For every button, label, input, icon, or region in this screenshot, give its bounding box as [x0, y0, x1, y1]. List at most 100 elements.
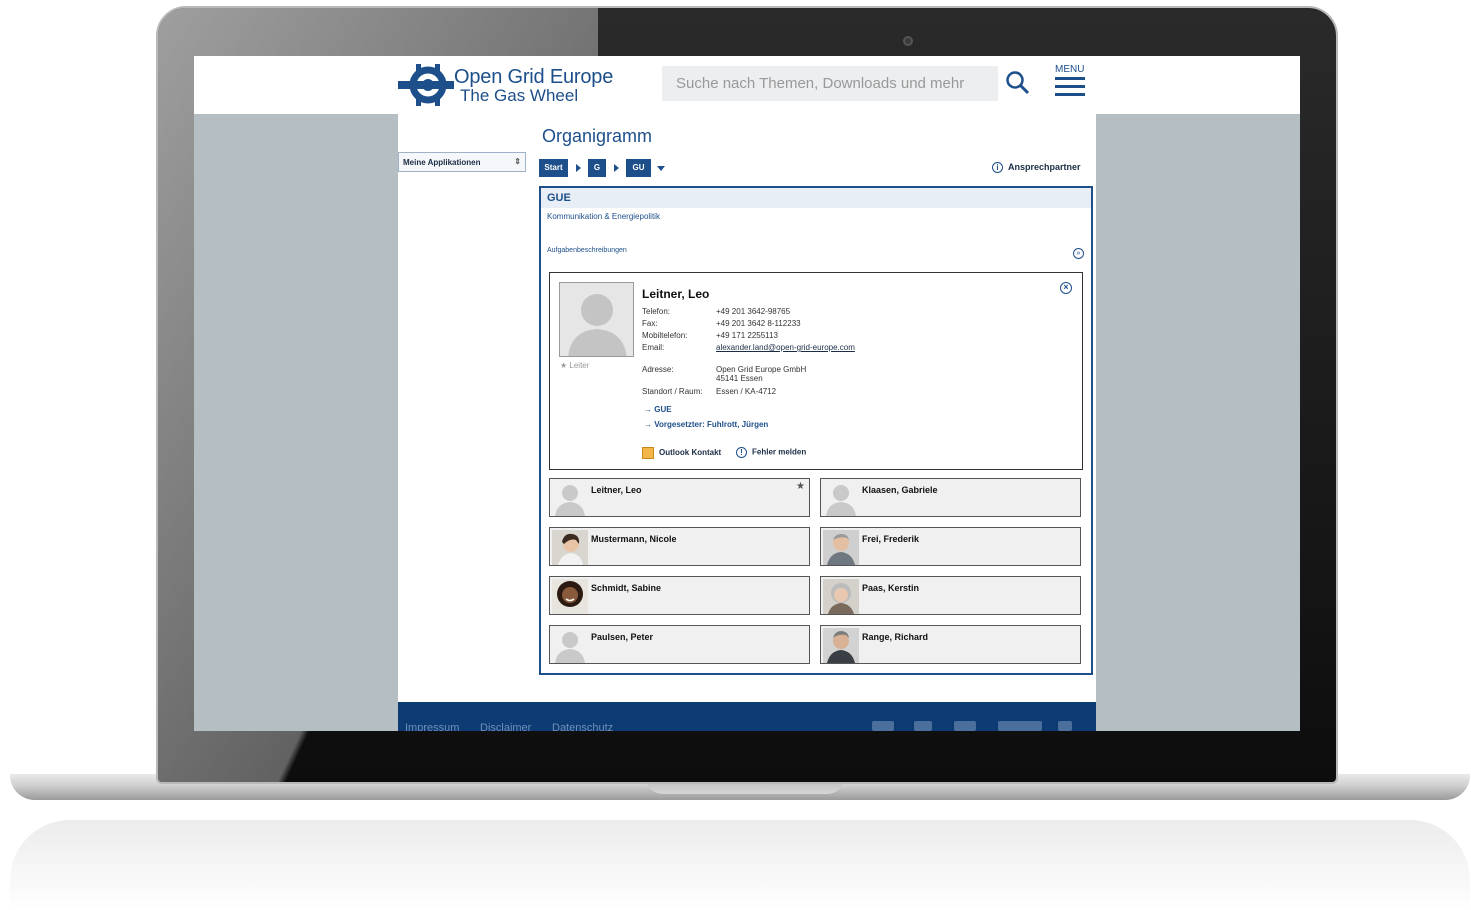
laptop-mockup: Open Grid Europe The Gas Wheel Suche nac… [0, 0, 1471, 910]
mobile-label: Mobiltelefon: [642, 331, 688, 340]
member-card[interactable]: Frei, Frederik [820, 527, 1081, 566]
info-icon: ! [736, 447, 747, 458]
menu-label: MENU [1055, 64, 1085, 75]
leader-badge: ★ Leiter [560, 361, 590, 370]
breadcrumb-separator-icon [576, 164, 581, 172]
leader-label: Leiter [569, 361, 590, 370]
unit-link-label: GUE [654, 405, 672, 414]
site-footer: Impressum Disclaimer Datenschutz [398, 702, 1096, 731]
unit-link[interactable]: → GUE [644, 405, 672, 414]
org-unit-name: Kommunikation & Energiepolitik [547, 212, 660, 221]
member-name: Schmidt, Sabine [591, 583, 662, 593]
youtube-icon[interactable] [998, 721, 1042, 731]
twitter-icon[interactable] [954, 721, 976, 731]
hamburger-icon [1055, 77, 1085, 80]
org-unit-header: GUE [541, 188, 1091, 208]
user-silhouette-icon [555, 485, 585, 516]
breadcrumb-start[interactable]: Start [539, 159, 568, 177]
person-name: Leitner, Leo [642, 287, 710, 301]
member-name: Paulsen, Peter [591, 632, 654, 642]
member-photo [823, 628, 859, 663]
xing-icon[interactable] [914, 721, 932, 731]
portrait-photo [552, 530, 588, 565]
org-unit-panel: GUE Kommunikation & Energiepolitik Aufga… [539, 186, 1093, 675]
menu-button[interactable]: MENU [1054, 62, 1088, 102]
close-icon[interactable]: × [1060, 282, 1072, 294]
contact-person-link[interactable]: i Ansprechpartner [992, 162, 1081, 176]
email-label: Email: [642, 343, 665, 352]
address-line2: 45141 Essen [716, 374, 763, 383]
footer-link-datenschutz[interactable]: Datenschutz [552, 722, 613, 731]
my-applications-label: Meine Applikationen [403, 158, 481, 167]
select-caret-icon: ⇕ [514, 157, 521, 166]
member-photo [552, 579, 588, 614]
member-photo [552, 530, 588, 565]
portrait-photo [552, 579, 588, 614]
hamburger-icon [1055, 93, 1085, 96]
outlook-contact-label: Outlook Kontakt [659, 448, 722, 458]
browser-screen: Open Grid Europe The Gas Wheel Suche nac… [194, 56, 1300, 731]
page-content: Organigramm Meine Applikationen ⇕ Start … [398, 114, 1096, 731]
member-card[interactable]: Mustermann, Nicole [549, 527, 810, 566]
camera-icon [903, 36, 913, 46]
search-icon[interactable] [1005, 70, 1031, 96]
member-card[interactable]: Leitner, Leo ★ [549, 478, 810, 517]
member-card[interactable]: Paas, Kerstin [820, 576, 1081, 615]
fax-label: Fax: [642, 319, 658, 328]
site-header: Open Grid Europe The Gas Wheel Suche nac… [194, 56, 1300, 114]
member-card[interactable]: Range, Richard [820, 625, 1081, 664]
phone-label: Telefon: [642, 307, 671, 316]
contact-person-label: Ansprechpartner [1008, 162, 1081, 172]
member-card[interactable]: Klaasen, Gabriele [820, 478, 1081, 517]
facebook-icon[interactable] [872, 721, 894, 731]
expand-chevron-icon[interactable]: » [1073, 248, 1084, 259]
user-silhouette-icon [826, 485, 856, 516]
breadcrumb-dropdown-icon[interactable] [657, 166, 665, 171]
member-name: Leitner, Leo [591, 485, 642, 495]
member-photo [823, 579, 859, 614]
org-unit-code: GUE [547, 192, 571, 204]
address-label: Adresse: [642, 365, 674, 374]
member-name: Mustermann, Nicole [591, 534, 677, 544]
breadcrumb-g[interactable]: G [588, 159, 606, 177]
person-photo [559, 282, 634, 357]
brand-logo[interactable]: Open Grid Europe The Gas Wheel [398, 62, 618, 108]
member-photo [552, 481, 588, 516]
hamburger-icon [1055, 85, 1085, 88]
member-name: Paas, Kerstin [862, 583, 920, 593]
report-error-label: Fehler melden [752, 447, 807, 457]
member-photo [823, 530, 859, 565]
member-photo [552, 628, 588, 663]
person-detail-card: ★ Leiter × Leitner, Leo Telefon: +49 201… [549, 272, 1083, 470]
supervisor-link[interactable]: → Vorgesetzter: Fuhlrott, Jürgen [644, 420, 768, 429]
info-icon: i [992, 162, 1003, 174]
supervisor-link-label: Vorgesetzter: Fuhlrott, Jürgen [654, 420, 769, 429]
address-line1: Open Grid Europe GmbH [716, 365, 807, 374]
phone-value: +49 201 3642-98765 [716, 307, 791, 316]
my-applications-select[interactable]: Meine Applikationen ⇕ [398, 152, 526, 172]
social-icons [868, 721, 1078, 731]
member-name: Frei, Frederik [862, 534, 920, 544]
location-value: Essen / KA-4712 [716, 387, 777, 396]
breadcrumb-gu[interactable]: GU [626, 159, 651, 177]
star-icon: ★ [796, 481, 805, 492]
portrait-photo [823, 628, 859, 663]
member-photo [823, 481, 859, 516]
portrait-photo [823, 579, 859, 614]
member-card[interactable]: Schmidt, Sabine [549, 576, 810, 615]
brand-tagline: The Gas Wheel [460, 86, 579, 105]
rss-icon[interactable] [1058, 721, 1072, 731]
search-input[interactable]: Suche nach Themen, Downloads und mehr [662, 66, 998, 101]
breadcrumb-separator-icon [614, 164, 619, 172]
member-name: Klaasen, Gabriele [862, 485, 938, 495]
footer-link-disclaimer[interactable]: Disclaimer [480, 722, 531, 731]
task-descriptions-link[interactable]: Aufgabenbeschreibungen [547, 247, 627, 254]
location-label: Standort / Raum: [642, 387, 703, 396]
email-link[interactable]: alexander.land@open-grid-europe.com [716, 343, 855, 352]
footer-link-impressum[interactable]: Impressum [405, 722, 459, 731]
laptop-reflection [10, 820, 1470, 910]
outlook-contact-button[interactable]: Outlook Kontakt [642, 447, 721, 459]
user-silhouette-icon [568, 294, 627, 356]
member-card[interactable]: Paulsen, Peter [549, 625, 810, 664]
report-error-button[interactable]: ! Fehler melden [736, 447, 806, 458]
